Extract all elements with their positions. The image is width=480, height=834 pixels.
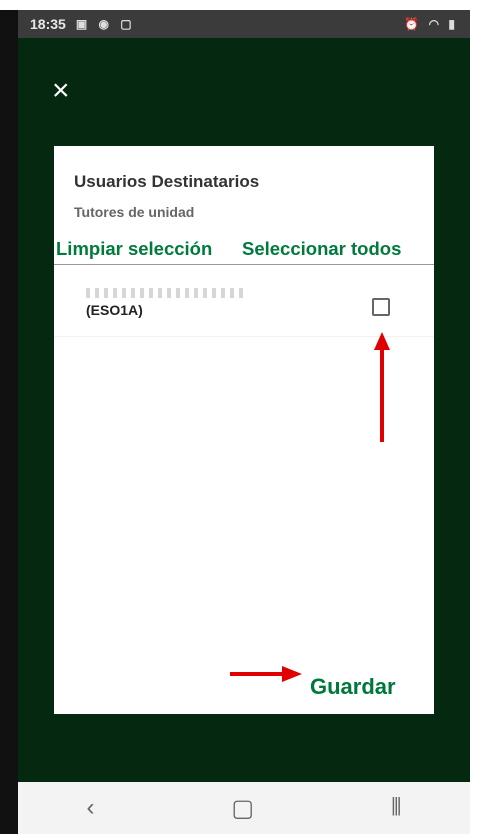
status-bar: 18:35 ▣ ◉ ▢ ⏰ ◠ ▮ (18, 10, 470, 38)
status-time: 18:35 (30, 16, 66, 32)
phone-screen: 18:35 ▣ ◉ ▢ ⏰ ◠ ▮ × Usuarios Destinatari… (18, 10, 470, 834)
android-nav-bar: ‹ ▢ ⦀ (18, 782, 470, 834)
right-frame (470, 0, 480, 834)
recipient-group: (ESO1A) (86, 302, 143, 318)
top-frame (0, 0, 480, 10)
back-icon[interactable]: ‹ (86, 794, 94, 822)
save-button[interactable]: Guardar (310, 674, 396, 700)
recipient-checkbox[interactable] (372, 298, 390, 316)
dialog-subtitle: Tutores de unidad (74, 204, 195, 220)
actions-divider (54, 264, 434, 265)
recipients-dialog: Usuarios Destinatarios Tutores de unidad… (54, 146, 434, 714)
selection-actions: Limpiar selección Seleccionar todos (54, 232, 434, 266)
clear-selection-button[interactable]: Limpiar selección (54, 232, 242, 266)
close-icon[interactable]: × (52, 76, 76, 106)
left-frame (0, 0, 20, 834)
recipient-row[interactable]: (ESO1A) (54, 276, 434, 337)
recents-icon[interactable]: ⦀ (391, 794, 402, 822)
annotation-arrow-up (374, 332, 390, 442)
status-system-icons: ⏰ ◠ ▮ (404, 17, 458, 31)
home-icon[interactable]: ▢ (231, 794, 254, 823)
recipient-name-redacted (86, 288, 246, 298)
side-edge-marks (470, 744, 480, 834)
annotation-arrow-right (230, 666, 302, 682)
dialog-title: Usuarios Destinatarios (74, 172, 260, 191)
select-all-button[interactable]: Seleccionar todos (242, 232, 434, 266)
status-notification-icons: ▣ ◉ ▢ (75, 17, 136, 31)
